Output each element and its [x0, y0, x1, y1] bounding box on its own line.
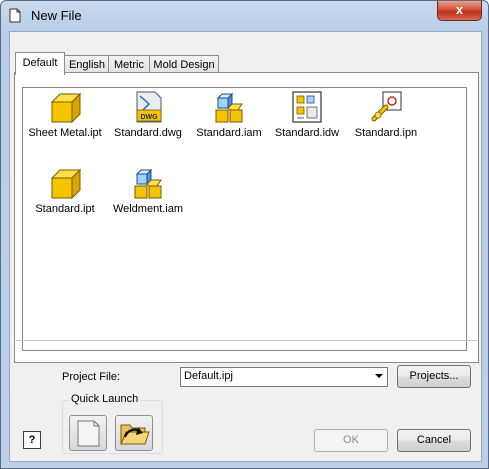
file-item-standard-ipt[interactable]: Standard.ipt — [24, 166, 106, 215]
chevron-down-icon — [375, 374, 383, 378]
file-label: Standard.ipt — [35, 203, 95, 215]
drawing-icon — [292, 91, 322, 123]
tab-default[interactable]: Default — [15, 52, 65, 75]
assembly-icon — [215, 92, 243, 123]
file-item-standard-idw[interactable]: Standard.idw — [266, 90, 348, 139]
open-file-button[interactable] — [115, 415, 153, 451]
file-item-standard-ipn[interactable]: Standard.ipn — [345, 90, 427, 139]
ok-button[interactable]: OK — [314, 429, 388, 452]
window-title: New File — [31, 8, 82, 23]
dwg-badge-text: DWG — [140, 114, 158, 121]
quick-launch-group: Quick Launch — [62, 393, 163, 454]
presentation-icon — [371, 91, 402, 122]
blank-document-icon — [77, 420, 100, 447]
cancel-button[interactable]: Cancel — [397, 429, 471, 452]
file-label: Standard.dwg — [114, 127, 182, 139]
project-file-dropdown[interactable]: Default.ipj — [180, 367, 388, 387]
file-label: Standard.iam — [196, 127, 262, 139]
projects-button[interactable]: Projects... — [397, 365, 471, 388]
separator-line — [14, 340, 477, 341]
quick-launch-title: Quick Launch — [69, 393, 141, 405]
file-item-standard-dwg[interactable]: DWG Standard.dwg — [107, 90, 189, 139]
help-button[interactable]: ? — [23, 431, 41, 449]
file-item-standard-iam[interactable]: Standard.iam — [188, 90, 270, 139]
file-label: Sheet Metal.ipt — [28, 127, 102, 139]
project-file-value: Default.ipj — [184, 370, 233, 382]
file-label: Standard.idw — [274, 127, 340, 139]
tab-panel-default: Sheet Metal.ipt DWG Standard.dwg Standar… — [14, 72, 479, 363]
open-folder-icon — [120, 424, 150, 445]
document-icon — [9, 8, 21, 23]
file-item-sheet-metal-ipt[interactable]: Sheet Metal.ipt — [24, 90, 106, 139]
close-button[interactable]: x — [437, 1, 482, 21]
file-label: Standard.ipn — [354, 127, 418, 139]
assembly-icon — [134, 168, 162, 199]
template-list[interactable]: Sheet Metal.ipt DWG Standard.dwg Standar… — [22, 87, 467, 351]
dwg-icon: DWG — [136, 91, 162, 123]
file-item-weldment-iam[interactable]: Weldment.iam — [107, 166, 189, 215]
project-file-label: Project File: — [62, 371, 121, 383]
file-label: Weldment.iam — [112, 203, 184, 215]
new-file-dialog: New File x Default English Metric Mold D… — [0, 0, 489, 469]
new-blank-button[interactable] — [69, 415, 107, 451]
part-icon — [50, 168, 82, 200]
dialog-client-area: Default English Metric Mold Design Sheet… — [9, 31, 482, 462]
part-icon — [50, 92, 82, 124]
title-bar[interactable]: New File x — [1, 1, 488, 31]
